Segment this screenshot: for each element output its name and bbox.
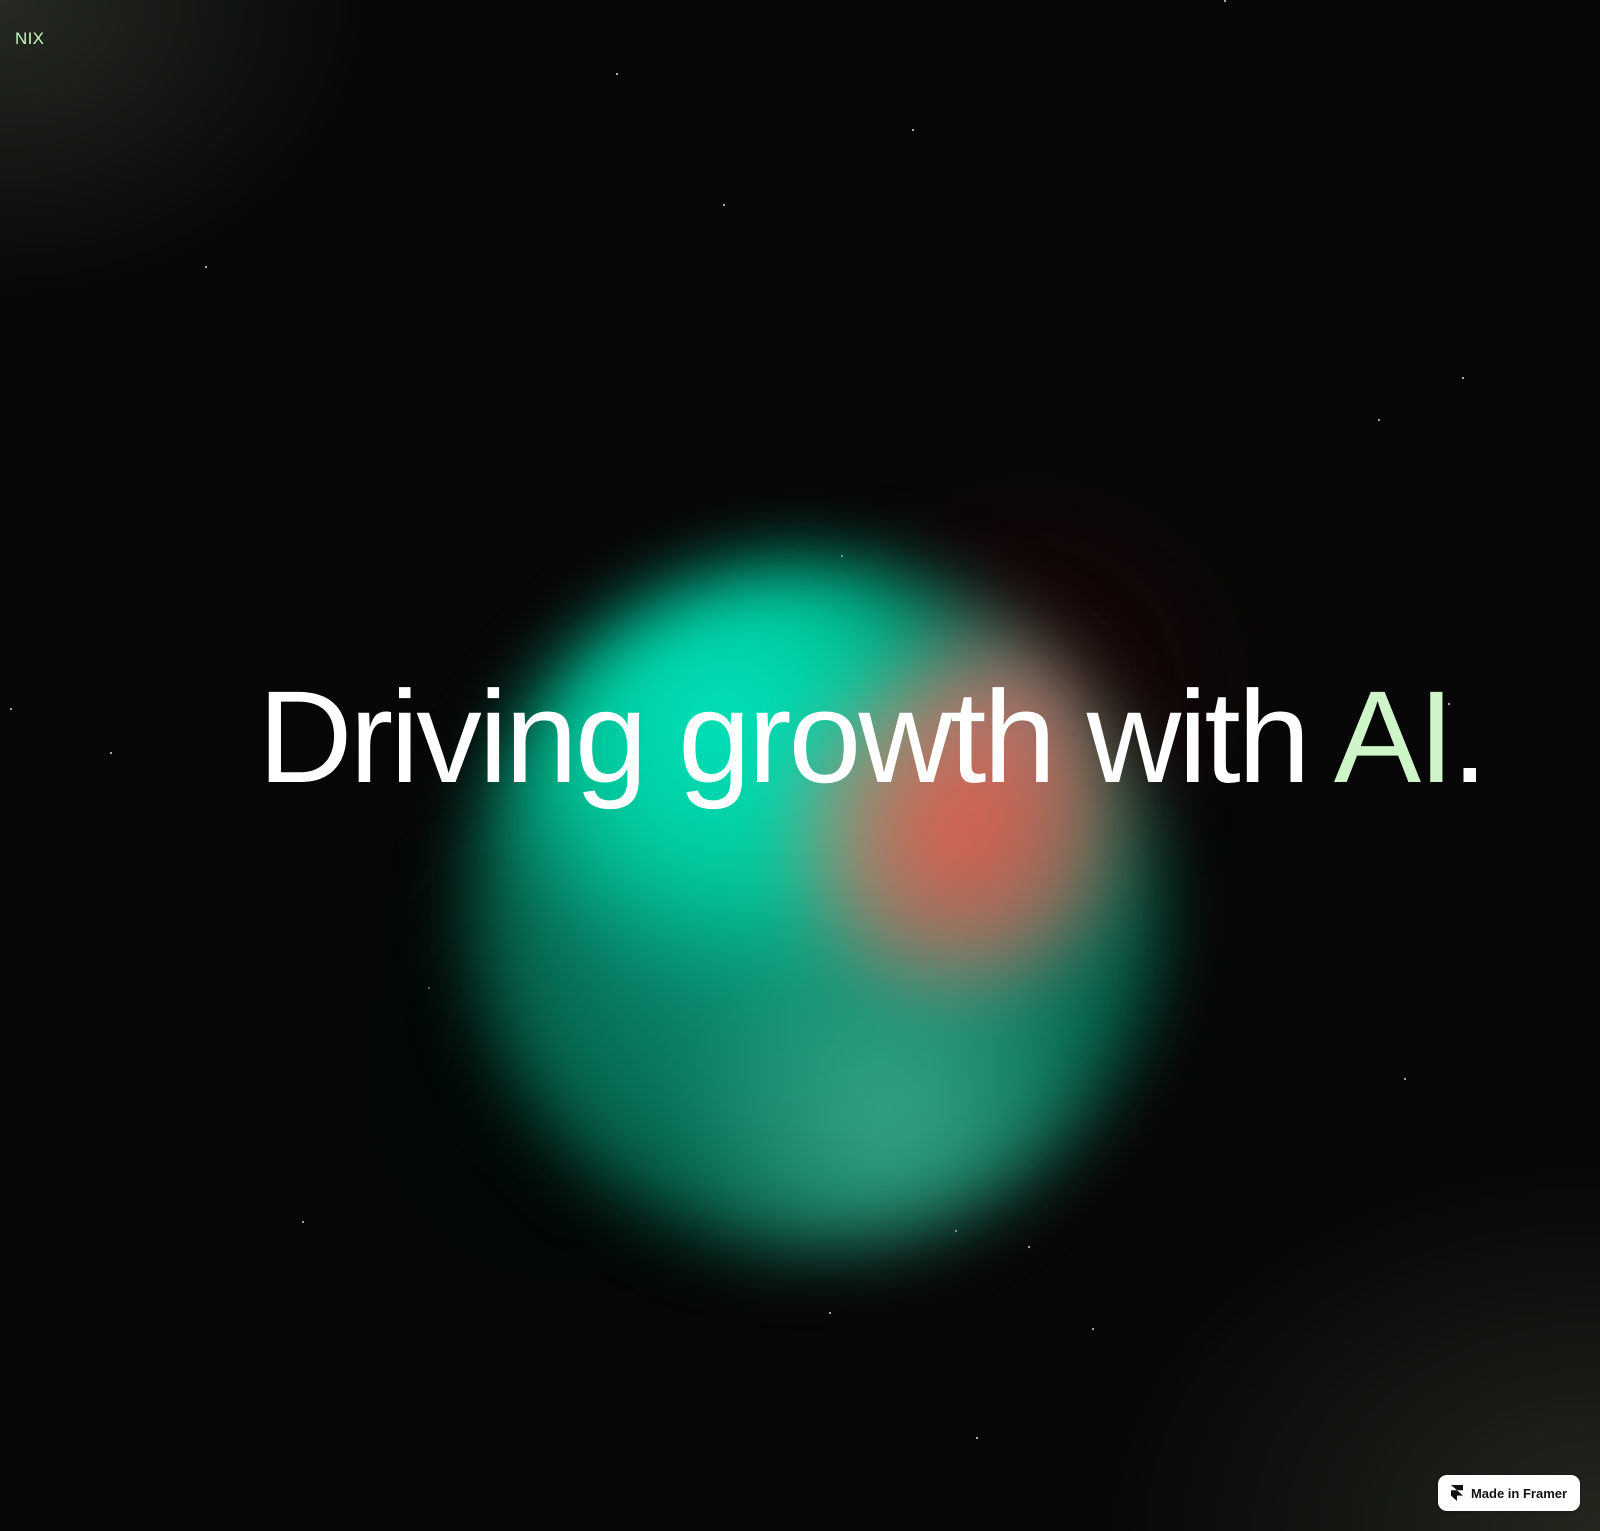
star (1092, 1328, 1094, 1330)
headline-end: . (1451, 663, 1488, 810)
star (110, 752, 112, 754)
logo[interactable]: NIX (15, 29, 44, 49)
star (1404, 1078, 1406, 1080)
star (912, 129, 914, 131)
badge-label: Made in Framer (1470, 1485, 1568, 1501)
headline-main: Driving growth with (258, 663, 1334, 810)
star (1028, 1246, 1030, 1248)
page: NIX Driving growth with AI. Made in Fram… (0, 0, 1600, 1531)
made-in-framer-badge[interactable]: Made in Framer (1438, 1475, 1580, 1511)
star (205, 266, 207, 268)
star (955, 1230, 957, 1232)
star (1224, 0, 1226, 2)
framer-icon (1450, 1485, 1463, 1501)
star (723, 204, 725, 206)
headline-accent: AI (1333, 663, 1455, 810)
star (1378, 419, 1380, 421)
star (10, 708, 12, 710)
star (829, 1312, 831, 1314)
star (616, 73, 618, 75)
star (976, 1437, 978, 1439)
star (1462, 377, 1464, 379)
hero-headline: Driving growth with AI. (258, 662, 1488, 812)
